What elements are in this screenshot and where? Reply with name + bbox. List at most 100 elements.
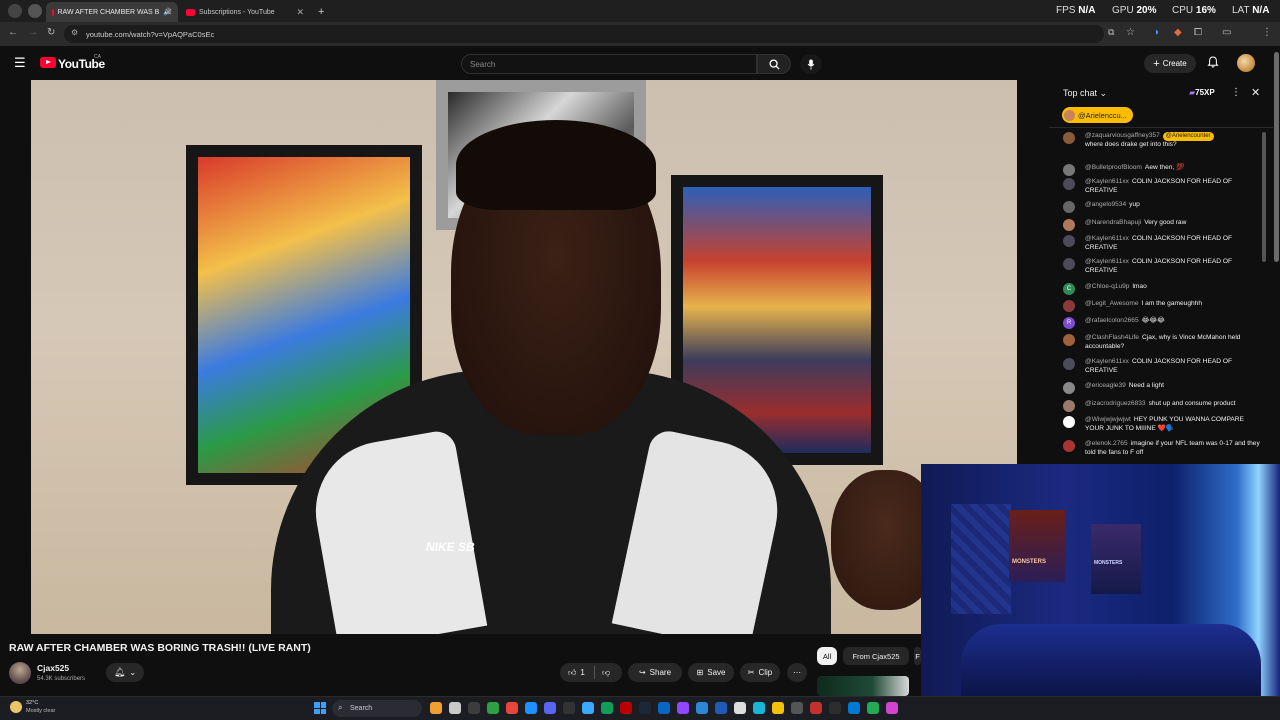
- close-tab-icon[interactable]: ✕: [164, 7, 172, 18]
- close-chat-icon[interactable]: ✕: [1251, 86, 1260, 99]
- clip-button[interactable]: ✂ Clip: [740, 663, 780, 682]
- chat-avatar[interactable]: [1063, 258, 1075, 270]
- chat-username[interactable]: @rafaelcolon2665: [1085, 317, 1139, 324]
- chat-avatar[interactable]: [1063, 164, 1075, 176]
- like-button[interactable]: 👍︎ 1: [568, 668, 585, 678]
- chat-username[interactable]: @BulletproofBloom: [1085, 164, 1142, 171]
- tab-video[interactable]: RAW AFTER CHAMBER WAS B 🔊 ✕: [46, 2, 178, 22]
- recommended-video-thumbnail[interactable]: [817, 676, 909, 696]
- channel-avatar[interactable]: [9, 662, 31, 684]
- chip-more[interactable]: F: [914, 647, 921, 665]
- share-button[interactable]: ↪ Share: [628, 663, 682, 682]
- subscribed-notifications-button[interactable]: 🔔︎ ⌄: [106, 663, 144, 682]
- windows-start-icon[interactable]: [314, 702, 326, 714]
- chat-username[interactable]: @Kaylen611xx: [1085, 235, 1129, 242]
- taskbar-app-icon[interactable]: [487, 702, 499, 714]
- chip-all[interactable]: All: [817, 647, 837, 665]
- taskbar-search-input[interactable]: ⌕ Search: [332, 700, 422, 717]
- taskbar-app-icon[interactable]: [582, 702, 594, 714]
- taskbar-app-icon[interactable]: [544, 702, 556, 714]
- chat-username[interactable]: @angelo9534: [1085, 201, 1126, 208]
- taskbar-app-icon[interactable]: [449, 702, 461, 714]
- chat-username[interactable]: @Kaylen611xx: [1085, 358, 1129, 365]
- taskbar-app-icon[interactable]: [506, 702, 518, 714]
- taskbar-app-icon[interactable]: [563, 702, 575, 714]
- chat-avatar[interactable]: [1063, 400, 1075, 412]
- chat-menu-icon[interactable]: ⋮: [1231, 87, 1241, 98]
- chat-avatar[interactable]: [1063, 440, 1075, 452]
- chat-username[interactable]: @elenok.2765: [1085, 440, 1128, 447]
- dislike-button[interactable]: 👎︎: [602, 668, 610, 678]
- tab-subscriptions[interactable]: Subscriptions - YouTube ✕: [180, 2, 310, 22]
- taskbar-app-icon[interactable]: [620, 702, 632, 714]
- weather-moon-icon[interactable]: [10, 701, 22, 713]
- chat-username[interactable]: @ClashFlash4Life: [1085, 334, 1139, 341]
- chat-avatar[interactable]: [1063, 382, 1075, 394]
- chat-username[interactable]: @Kaylen611xx: [1085, 258, 1129, 265]
- more-actions-button[interactable]: ⋯: [787, 663, 807, 682]
- chat-mode-dropdown[interactable]: Top chat ⌄: [1063, 88, 1107, 99]
- chat-avatar[interactable]: [1063, 201, 1075, 213]
- browser-menu-icon[interactable]: ⋮: [1262, 27, 1272, 38]
- chat-username[interactable]: @ericeagle39: [1085, 382, 1126, 389]
- chat-avatar[interactable]: [1063, 358, 1075, 370]
- bookmark-star-icon[interactable]: ☆: [1126, 27, 1135, 38]
- voice-search-button[interactable]: [800, 54, 822, 74]
- taskbar-app-icon[interactable]: [601, 702, 613, 714]
- chat-avatar[interactable]: [1063, 334, 1075, 346]
- extension-brave-icon[interactable]: ◆: [1174, 27, 1182, 38]
- taskbar-app-icon[interactable]: [734, 702, 746, 714]
- chat-username[interactable]: @Wiwjwjwjwjwt: [1085, 416, 1131, 423]
- reload-icon[interactable]: ↻: [47, 27, 55, 38]
- taskbar-app-icon[interactable]: [658, 702, 670, 714]
- taskbar-app-icon[interactable]: [810, 702, 822, 714]
- taskbar-app-icon[interactable]: [772, 702, 784, 714]
- chat-scrollbar[interactable]: [1262, 132, 1266, 262]
- taskbar-app-icon[interactable]: [639, 702, 651, 714]
- url-input[interactable]: ⚙ youtube.com/watch?v=VpAQPaC0sEc: [64, 25, 1104, 43]
- chat-username[interactable]: @Chloe-q1u9p: [1085, 283, 1129, 290]
- chat-username[interactable]: @Legit_Awesome: [1085, 300, 1139, 307]
- chat-username[interactable]: @NarendraBhapuji: [1085, 219, 1141, 226]
- channel-name[interactable]: Cjax525: [37, 663, 69, 673]
- chat-username[interactable]: @Kaylen611xx: [1085, 178, 1129, 185]
- save-button[interactable]: ⊞ Save: [688, 663, 734, 682]
- taskbar-app-icon[interactable]: [696, 702, 708, 714]
- chat-avatar[interactable]: C: [1063, 283, 1075, 295]
- chat-username[interactable]: @zaquarviousgaffney357: [1085, 132, 1160, 139]
- back-icon[interactable]: ←: [8, 27, 18, 38]
- new-tab-button[interactable]: +: [312, 2, 328, 22]
- taskbar-app-icon[interactable]: [886, 702, 898, 714]
- chip-from-channel[interactable]: From Cjax525: [843, 647, 909, 665]
- chat-avatar[interactable]: [1063, 416, 1075, 428]
- youtube-logo-icon[interactable]: [40, 57, 56, 68]
- taskbar-app-icon[interactable]: [791, 702, 803, 714]
- video-player[interactable]: NIKE SB: [31, 80, 1017, 634]
- taskbar-app-icon[interactable]: [677, 702, 689, 714]
- chat-username[interactable]: @izacrodriguez6833: [1085, 400, 1146, 407]
- tab-search-icon[interactable]: [28, 4, 42, 18]
- extensions-puzzle-icon[interactable]: ⧠: [1194, 27, 1202, 38]
- taskbar-app-icon[interactable]: [430, 702, 442, 714]
- chat-avatar[interactable]: [1063, 235, 1075, 247]
- taskbar-app-icon[interactable]: [715, 702, 727, 714]
- extension-icon[interactable]: ◗: [1154, 27, 1160, 38]
- search-input[interactable]: Search: [461, 54, 757, 74]
- chat-avatar[interactable]: [1063, 300, 1075, 312]
- create-button[interactable]: + Create: [1144, 54, 1196, 73]
- account-avatar[interactable]: [1237, 54, 1255, 72]
- taskbar-app-icon[interactable]: [753, 702, 765, 714]
- pinned-banner[interactable]: @Arielenccu...: [1062, 107, 1133, 123]
- chat-avatar[interactable]: [1063, 219, 1075, 231]
- xp-badge[interactable]: ▰75XP: [1189, 88, 1215, 97]
- chat-avatar[interactable]: [1063, 132, 1075, 144]
- forward-icon[interactable]: →: [28, 27, 38, 38]
- taskbar-app-icon[interactable]: [468, 702, 480, 714]
- search-button[interactable]: [757, 54, 791, 74]
- profile-icon[interactable]: [8, 4, 22, 18]
- notifications-bell-icon[interactable]: [1207, 56, 1219, 71]
- close-tab-icon[interactable]: ✕: [296, 7, 304, 18]
- sidebar-icon[interactable]: ▭: [1222, 27, 1231, 38]
- cast-icon[interactable]: ⧉: [1108, 27, 1114, 38]
- taskbar-app-icon[interactable]: [867, 702, 879, 714]
